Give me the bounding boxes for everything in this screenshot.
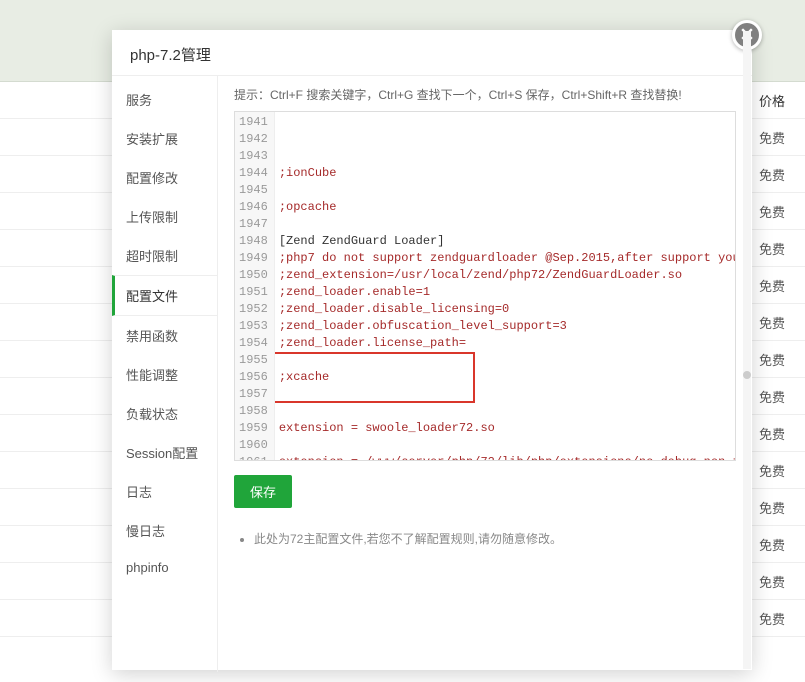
- code-line[interactable]: ;zend_loader.obfuscation_level_support=3: [279, 318, 731, 335]
- sidebar-item[interactable]: 超时限制: [112, 236, 217, 275]
- code-line[interactable]: ;zend_loader.license_path=: [279, 335, 731, 352]
- sidebar-item[interactable]: 服务: [112, 80, 217, 119]
- code-line[interactable]: [Zend ZendGuard Loader]: [279, 233, 731, 250]
- sidebar-item[interactable]: 负载状态: [112, 394, 217, 433]
- modal-title: php-7.2管理: [112, 30, 752, 76]
- code-line[interactable]: ;ionCube: [279, 165, 731, 182]
- sidebar-item[interactable]: 日志: [112, 472, 217, 511]
- code-line[interactable]: ;zend_loader.disable_licensing=0: [279, 301, 731, 318]
- config-note-list: 此处为72主配置文件,若您不了解配置规则,请勿随意修改。: [234, 530, 736, 547]
- code-line[interactable]: [279, 182, 731, 199]
- modal-sidebar: 服务安装扩展配置修改上传限制超时限制配置文件禁用函数性能调整负载状态Sessio…: [112, 76, 218, 672]
- code-line[interactable]: extension = swoole_loader72.so: [279, 420, 731, 437]
- sidebar-item[interactable]: 配置修改: [112, 158, 217, 197]
- sidebar-item[interactable]: 配置文件: [112, 275, 217, 316]
- editor-gutter: 1941194219431944194519461947194819491950…: [235, 112, 275, 461]
- save-button[interactable]: 保存: [234, 475, 292, 508]
- sidebar-item[interactable]: phpinfo: [112, 550, 217, 585]
- code-line[interactable]: extension = /www/server/php/72/lib/php/e…: [279, 454, 731, 461]
- code-line[interactable]: ;php7 do not support zendguardloader @Se…: [279, 250, 731, 267]
- php-manage-modal: php-7.2管理 服务安装扩展配置修改上传限制超时限制配置文件禁用函数性能调整…: [112, 30, 752, 670]
- sidebar-item[interactable]: 禁用函数: [112, 316, 217, 355]
- code-line[interactable]: ;xcache: [279, 369, 731, 386]
- config-note: 此处为72主配置文件,若您不了解配置规则,请勿随意修改。: [254, 530, 736, 547]
- code-line[interactable]: ;opcache: [279, 199, 731, 216]
- modal-main: 提示：Ctrl+F 搜索关键字，Ctrl+G 查找下一个，Ctrl+S 保存，C…: [218, 76, 752, 672]
- modal-overlay: php-7.2管理 服务安装扩展配置修改上传限制超时限制配置文件禁用函数性能调整…: [0, 0, 805, 682]
- editor-code[interactable]: ;ionCube ;opcache [Zend ZendGuard Loader];…: [275, 112, 735, 461]
- sidebar-item[interactable]: 性能调整: [112, 355, 217, 394]
- code-line[interactable]: [279, 437, 731, 454]
- sidebar-item[interactable]: 慢日志: [112, 511, 217, 550]
- sidebar-item[interactable]: 安装扩展: [112, 119, 217, 158]
- editor-hint: 提示：Ctrl+F 搜索关键字，Ctrl+G 查找下一个，Ctrl+S 保存，C…: [234, 86, 736, 103]
- code-line[interactable]: [279, 403, 731, 420]
- code-line[interactable]: [279, 352, 731, 369]
- config-editor[interactable]: 1941194219431944194519461947194819491950…: [234, 111, 736, 461]
- code-line[interactable]: [279, 386, 731, 403]
- sidebar-item[interactable]: Session配置: [112, 433, 217, 472]
- code-line[interactable]: ;zend_loader.enable=1: [279, 284, 731, 301]
- code-line[interactable]: [279, 216, 731, 233]
- code-line[interactable]: ;zend_extension=/usr/local/zend/php72/Ze…: [279, 267, 731, 284]
- sidebar-item[interactable]: 上传限制: [112, 197, 217, 236]
